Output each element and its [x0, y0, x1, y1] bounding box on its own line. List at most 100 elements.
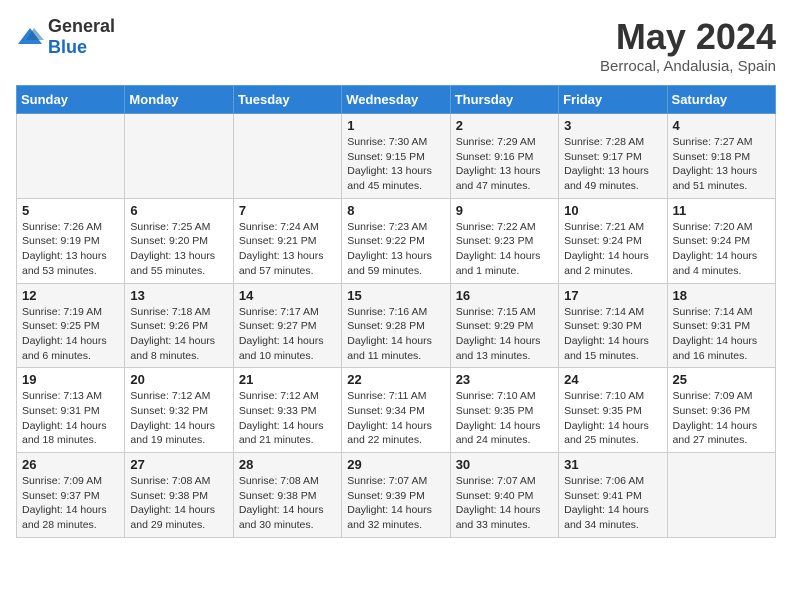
day-number: 20 — [130, 372, 227, 387]
day-number: 25 — [673, 372, 770, 387]
day-info: Sunrise: 7:23 AM Sunset: 9:22 PM Dayligh… — [347, 220, 444, 279]
calendar-cell: 31Sunrise: 7:06 AM Sunset: 9:41 PM Dayli… — [559, 453, 667, 538]
day-info: Sunrise: 7:21 AM Sunset: 9:24 PM Dayligh… — [564, 220, 661, 279]
day-number: 7 — [239, 203, 336, 218]
day-header-friday: Friday — [559, 86, 667, 114]
calendar-cell: 23Sunrise: 7:10 AM Sunset: 9:35 PM Dayli… — [450, 368, 558, 453]
calendar-cell: 20Sunrise: 7:12 AM Sunset: 9:32 PM Dayli… — [125, 368, 233, 453]
day-info: Sunrise: 7:12 AM Sunset: 9:33 PM Dayligh… — [239, 389, 336, 448]
day-info: Sunrise: 7:24 AM Sunset: 9:21 PM Dayligh… — [239, 220, 336, 279]
day-number: 22 — [347, 372, 444, 387]
day-info: Sunrise: 7:18 AM Sunset: 9:26 PM Dayligh… — [130, 305, 227, 364]
day-info: Sunrise: 7:26 AM Sunset: 9:19 PM Dayligh… — [22, 220, 119, 279]
calendar-cell: 8 Sunrise: 7:23 AM Sunset: 9:22 PM Daylig… — [342, 198, 450, 283]
day-info: Sunrise: 7:09 AM Sunset: 9:36 PM Dayligh… — [673, 389, 770, 448]
logo-icon — [16, 26, 44, 48]
day-info: Sunrise: 7:15 AM Sunset: 9:29 PM Dayligh… — [456, 305, 553, 364]
logo-text: General Blue — [48, 16, 115, 58]
logo-general: General — [48, 16, 115, 36]
day-info: Sunrise: 7:08 AM Sunset: 9:38 PM Dayligh… — [239, 474, 336, 533]
logo-blue: Blue — [48, 37, 87, 57]
calendar-cell — [17, 114, 125, 199]
day-number: 29 — [347, 457, 444, 472]
day-info: Sunrise: 7:22 AM Sunset: 9:23 PM Dayligh… — [456, 220, 553, 279]
calendar-cell: 15Sunrise: 7:16 AM Sunset: 9:28 PM Dayli… — [342, 283, 450, 368]
day-number: 4 — [673, 118, 770, 133]
calendar-cell: 12 Sunrise: 7:19 AM Sunset: 9:25 PM Dayli… — [17, 283, 125, 368]
day-number: 14 — [239, 288, 336, 303]
day-number: 17 — [564, 288, 661, 303]
logo: General Blue — [16, 16, 115, 58]
calendar-cell: 18 Sunrise: 7:14 AM Sunset: 9:31 PM Dayli… — [667, 283, 775, 368]
day-header-monday: Monday — [125, 86, 233, 114]
day-number: 28 — [239, 457, 336, 472]
day-number: 16 — [456, 288, 553, 303]
calendar-cell: 28 Sunrise: 7:08 AM Sunset: 9:38 PM Dayli… — [233, 453, 341, 538]
day-number: 23 — [456, 372, 553, 387]
title-area: May 2024 Berrocal, Andalusia, Spain — [600, 16, 776, 75]
calendar-cell: 19Sunrise: 7:13 AM Sunset: 9:31 PM Dayli… — [17, 368, 125, 453]
day-number: 11 — [673, 203, 770, 218]
day-info: Sunrise: 7:10 AM Sunset: 9:35 PM Dayligh… — [564, 389, 661, 448]
calendar-cell: 6Sunrise: 7:25 AM Sunset: 9:20 PM Daylig… — [125, 198, 233, 283]
day-number: 5 — [22, 203, 119, 218]
day-info: Sunrise: 7:25 AM Sunset: 9:20 PM Dayligh… — [130, 220, 227, 279]
week-row-3: 12 Sunrise: 7:19 AM Sunset: 9:25 PM Dayli… — [17, 283, 776, 368]
calendar-cell: 30 Sunrise: 7:07 AM Sunset: 9:40 PM Dayli… — [450, 453, 558, 538]
day-info: Sunrise: 7:17 AM Sunset: 9:27 PM Dayligh… — [239, 305, 336, 364]
calendar-cell — [667, 453, 775, 538]
day-info: Sunrise: 7:28 AM Sunset: 9:17 PM Dayligh… — [564, 135, 661, 194]
day-info: Sunrise: 7:14 AM Sunset: 9:31 PM Dayligh… — [673, 305, 770, 364]
calendar-cell: 5 Sunrise: 7:26 AM Sunset: 9:19 PM Daylig… — [17, 198, 125, 283]
calendar-cell: 21 Sunrise: 7:12 AM Sunset: 9:33 PM Dayli… — [233, 368, 341, 453]
calendar-cell — [233, 114, 341, 199]
days-header-row: SundayMondayTuesdayWednesdayThursdayFrid… — [17, 86, 776, 114]
day-info: Sunrise: 7:09 AM Sunset: 9:37 PM Dayligh… — [22, 474, 119, 533]
day-info: Sunrise: 7:07 AM Sunset: 9:39 PM Dayligh… — [347, 474, 444, 533]
day-info: Sunrise: 7:07 AM Sunset: 9:40 PM Dayligh… — [456, 474, 553, 533]
week-row-2: 5 Sunrise: 7:26 AM Sunset: 9:19 PM Daylig… — [17, 198, 776, 283]
day-header-saturday: Saturday — [667, 86, 775, 114]
day-number: 10 — [564, 203, 661, 218]
day-info: Sunrise: 7:14 AM Sunset: 9:30 PM Dayligh… — [564, 305, 661, 364]
day-info: Sunrise: 7:06 AM Sunset: 9:41 PM Dayligh… — [564, 474, 661, 533]
day-info: Sunrise: 7:11 AM Sunset: 9:34 PM Dayligh… — [347, 389, 444, 448]
day-number: 24 — [564, 372, 661, 387]
day-number: 27 — [130, 457, 227, 472]
calendar-cell: 16 Sunrise: 7:15 AM Sunset: 9:29 PM Dayli… — [450, 283, 558, 368]
calendar-cell: 7 Sunrise: 7:24 AM Sunset: 9:21 PM Daylig… — [233, 198, 341, 283]
week-row-5: 26Sunrise: 7:09 AM Sunset: 9:37 PM Dayli… — [17, 453, 776, 538]
calendar-cell: 26Sunrise: 7:09 AM Sunset: 9:37 PM Dayli… — [17, 453, 125, 538]
day-number: 1 — [347, 118, 444, 133]
day-info: Sunrise: 7:16 AM Sunset: 9:28 PM Dayligh… — [347, 305, 444, 364]
calendar-cell: 13 Sunrise: 7:18 AM Sunset: 9:26 PM Dayli… — [125, 283, 233, 368]
day-number: 13 — [130, 288, 227, 303]
day-info: Sunrise: 7:29 AM Sunset: 9:16 PM Dayligh… — [456, 135, 553, 194]
calendar-cell: 9 Sunrise: 7:22 AM Sunset: 9:23 PM Daylig… — [450, 198, 558, 283]
calendar-cell: 25 Sunrise: 7:09 AM Sunset: 9:36 PM Dayli… — [667, 368, 775, 453]
month-year: May 2024 — [600, 16, 776, 58]
day-number: 3 — [564, 118, 661, 133]
calendar-cell: 1 Sunrise: 7:30 AM Sunset: 9:15 PM Daylig… — [342, 114, 450, 199]
calendar-cell: 29 Sunrise: 7:07 AM Sunset: 9:39 PM Dayli… — [342, 453, 450, 538]
calendar-table: SundayMondayTuesdayWednesdayThursdayFrid… — [16, 85, 776, 538]
day-number: 8 — [347, 203, 444, 218]
calendar-cell: 4 Sunrise: 7:27 AM Sunset: 9:18 PM Daylig… — [667, 114, 775, 199]
day-number: 12 — [22, 288, 119, 303]
calendar-cell: 22 Sunrise: 7:11 AM Sunset: 9:34 PM Dayli… — [342, 368, 450, 453]
day-number: 9 — [456, 203, 553, 218]
day-info: Sunrise: 7:19 AM Sunset: 9:25 PM Dayligh… — [22, 305, 119, 364]
day-info: Sunrise: 7:13 AM Sunset: 9:31 PM Dayligh… — [22, 389, 119, 448]
day-number: 2 — [456, 118, 553, 133]
calendar-cell — [125, 114, 233, 199]
week-row-1: 1 Sunrise: 7:30 AM Sunset: 9:15 PM Daylig… — [17, 114, 776, 199]
calendar-cell: 27Sunrise: 7:08 AM Sunset: 9:38 PM Dayli… — [125, 453, 233, 538]
day-number: 18 — [673, 288, 770, 303]
day-info: Sunrise: 7:27 AM Sunset: 9:18 PM Dayligh… — [673, 135, 770, 194]
day-number: 21 — [239, 372, 336, 387]
location: Berrocal, Andalusia, Spain — [600, 58, 776, 75]
calendar-cell: 10 Sunrise: 7:21 AM Sunset: 9:24 PM Dayli… — [559, 198, 667, 283]
day-number: 30 — [456, 457, 553, 472]
week-row-4: 19Sunrise: 7:13 AM Sunset: 9:31 PM Dayli… — [17, 368, 776, 453]
day-info: Sunrise: 7:30 AM Sunset: 9:15 PM Dayligh… — [347, 135, 444, 194]
